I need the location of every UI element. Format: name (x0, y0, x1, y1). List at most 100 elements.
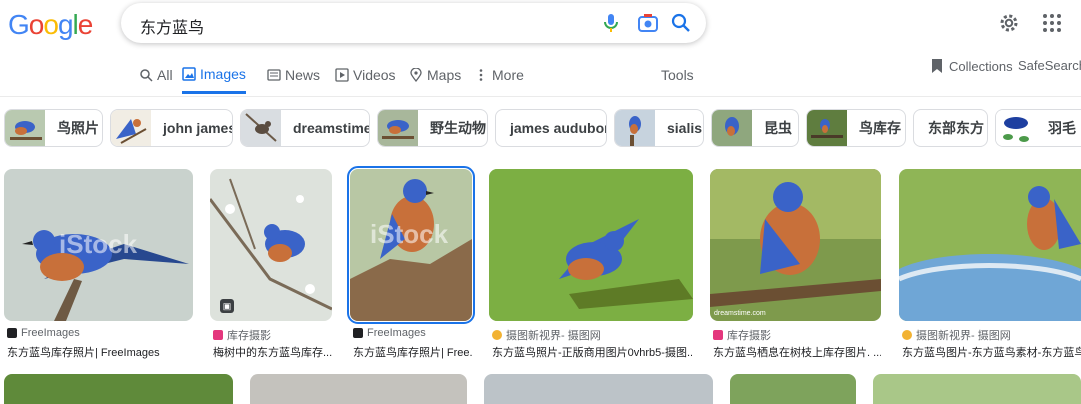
stock-favicon-icon (713, 330, 723, 340)
chip-suggestion[interactable]: dreamstime (240, 109, 370, 147)
chip-suggestion[interactable]: 鸟库存 (806, 109, 906, 147)
map-pin-icon (410, 68, 422, 82)
result-source: FreeImages (7, 327, 80, 339)
result-title[interactable]: 东方蓝鸟图片-东方蓝鸟素材-东方蓝鸟摄 (902, 344, 1081, 360)
image-result[interactable]: dreamstime.com 库存摄影 东方蓝鸟栖息在树枝上库存图片. ... (710, 169, 881, 359)
sheji-favicon-icon (492, 330, 502, 340)
result-image[interactable]: ▣ (210, 169, 332, 321)
result-title[interactable]: 东方蓝鸟栖息在树枝上库存图片. ... (713, 344, 881, 360)
chip-label: sialis (667, 120, 703, 136)
chip-label: john james (163, 120, 233, 136)
freeimages-favicon-icon (353, 328, 363, 338)
sheji-favicon-icon (902, 330, 912, 340)
source-label: FreeImages (367, 327, 426, 339)
istock-watermark: iStock (59, 229, 138, 259)
chip-suggestion[interactable]: sialis (614, 109, 704, 147)
result-title[interactable]: 东方蓝鸟库存照片| FreeImages (7, 344, 193, 360)
tab-more[interactable]: More (474, 56, 524, 94)
bird-thumbnail (807, 110, 847, 146)
source-label: 库存摄影 (227, 330, 271, 342)
image-badge-icon: ▣ (220, 299, 234, 313)
freeimages-favicon-icon (7, 328, 17, 338)
bluebird-photo (489, 169, 693, 321)
bird-thumbnail (615, 110, 655, 146)
bird-thumbnail (5, 110, 45, 146)
tab-maps[interactable]: Maps (409, 56, 461, 94)
chip-suggestion[interactable]: 野生动物 (377, 109, 488, 147)
settings-gear-icon[interactable] (997, 11, 1021, 35)
result-source: 摄图新视界- 摄图网 (492, 327, 601, 343)
image-result[interactable]: 摄图新视界- 摄图网 东方蓝鸟图片-东方蓝鸟素材-东方蓝鸟摄 (899, 169, 1081, 359)
result-image[interactable] (899, 169, 1081, 321)
chip-label: 鸟库存 (859, 120, 901, 136)
play-video-icon (335, 68, 349, 82)
result-image[interactable]: iStock (347, 166, 475, 324)
chip-suggestion[interactable]: john james (110, 109, 233, 147)
tab-label: More (492, 67, 524, 83)
image-result[interactable]: ▣ 库存摄影 梅树中的东方蓝鸟库存... (210, 169, 332, 359)
camera-lens-icon[interactable] (636, 11, 660, 35)
bird-thumbnail (712, 110, 752, 146)
safesearch-button[interactable]: SafeSearch ▼ (1018, 58, 1081, 73)
tab-label: Videos (353, 67, 396, 83)
chip-suggestion[interactable]: 昆虫 (711, 109, 799, 147)
chip-label: 东部东方 (928, 120, 984, 136)
search-tabs: All Images News Videos Maps More Tools (0, 56, 1081, 97)
newspaper-icon (267, 69, 281, 81)
tab-images[interactable]: Images (182, 56, 246, 94)
tab-news[interactable]: News (267, 56, 320, 94)
chip-suggestion[interactable]: 东部东方 (913, 109, 988, 147)
chip-suggestion[interactable]: 羽毛 (995, 109, 1081, 147)
google-logo[interactable]: Google (8, 9, 93, 41)
image-result[interactable]: iStock FreeImages 东方蓝鸟库存照片| FreeImages (4, 169, 193, 359)
image-result[interactable]: 摄图新视界- 摄图网 东方蓝鸟照片-正版商用图片0vhrb5-摄图... (489, 169, 693, 359)
result-source: FreeImages (353, 327, 426, 339)
microphone-icon[interactable] (599, 11, 623, 35)
bird-thumbnail (996, 110, 1036, 146)
source-label: FreeImages (21, 327, 80, 339)
result-source: 库存摄影 (713, 327, 771, 343)
tab-all[interactable]: All (139, 56, 173, 94)
result-title[interactable]: 东方蓝鸟照片-正版商用图片0vhrb5-摄图... (492, 344, 692, 360)
chip-suggestion[interactable]: 鸟照片 (4, 109, 103, 147)
tools-label: Tools (661, 67, 694, 83)
result-image[interactable]: dreamstime.com (710, 169, 881, 321)
chip-label: dreamstime (293, 120, 370, 136)
source-label: 摄图新视界- 摄图网 (916, 330, 1011, 342)
source-label: 摄图新视界- 摄图网 (506, 330, 601, 342)
bluebird-photo (899, 169, 1081, 321)
tab-videos[interactable]: Videos (335, 56, 396, 94)
result-title[interactable]: 梅树中的东方蓝鸟库存... (213, 344, 333, 360)
bird-thumbnail (378, 110, 418, 146)
collections-label: Collections (949, 58, 1013, 74)
dreamstime-watermark: dreamstime.com (714, 310, 766, 317)
tab-label: Images (200, 65, 246, 82)
chip-label: 野生动物 (430, 120, 486, 136)
tab-label: News (285, 67, 321, 83)
safesearch-label: SafeSearch (1018, 58, 1081, 73)
image-result[interactable]: iStock FreeImages 东方蓝鸟库存照片| Free... (347, 166, 475, 359)
image-icon (182, 66, 196, 81)
result-source: 摄图新视界- 摄图网 (902, 327, 1011, 343)
result-source: 库存摄影 (213, 327, 271, 343)
chip-label: james audubon (510, 120, 607, 136)
search-box[interactable]: 东方蓝鸟 (121, 3, 706, 43)
chip-label: 昆虫 (764, 120, 792, 136)
result-image[interactable] (489, 169, 693, 321)
collections-button[interactable]: Collections (930, 58, 1013, 74)
bluebird-photo (710, 169, 881, 321)
illustration-thumbnail (111, 110, 151, 146)
istock-watermark: iStock (370, 219, 449, 249)
chip-label: 鸟照片 (57, 120, 99, 136)
tab-label: All (157, 67, 173, 83)
chip-suggestion[interactable]: james audubon (495, 109, 607, 147)
bird-thumbnail (241, 110, 281, 146)
tools-button[interactable]: Tools (661, 56, 694, 94)
result-title[interactable]: 东方蓝鸟库存照片| Free... (353, 344, 473, 360)
search-input[interactable]: 东方蓝鸟 (140, 14, 204, 38)
search-icon[interactable] (669, 11, 693, 35)
result-image[interactable]: iStock (4, 169, 193, 321)
bookmark-icon (932, 59, 942, 73)
apps-grid-icon[interactable] (1040, 11, 1064, 35)
source-label: 库存摄影 (727, 330, 771, 342)
